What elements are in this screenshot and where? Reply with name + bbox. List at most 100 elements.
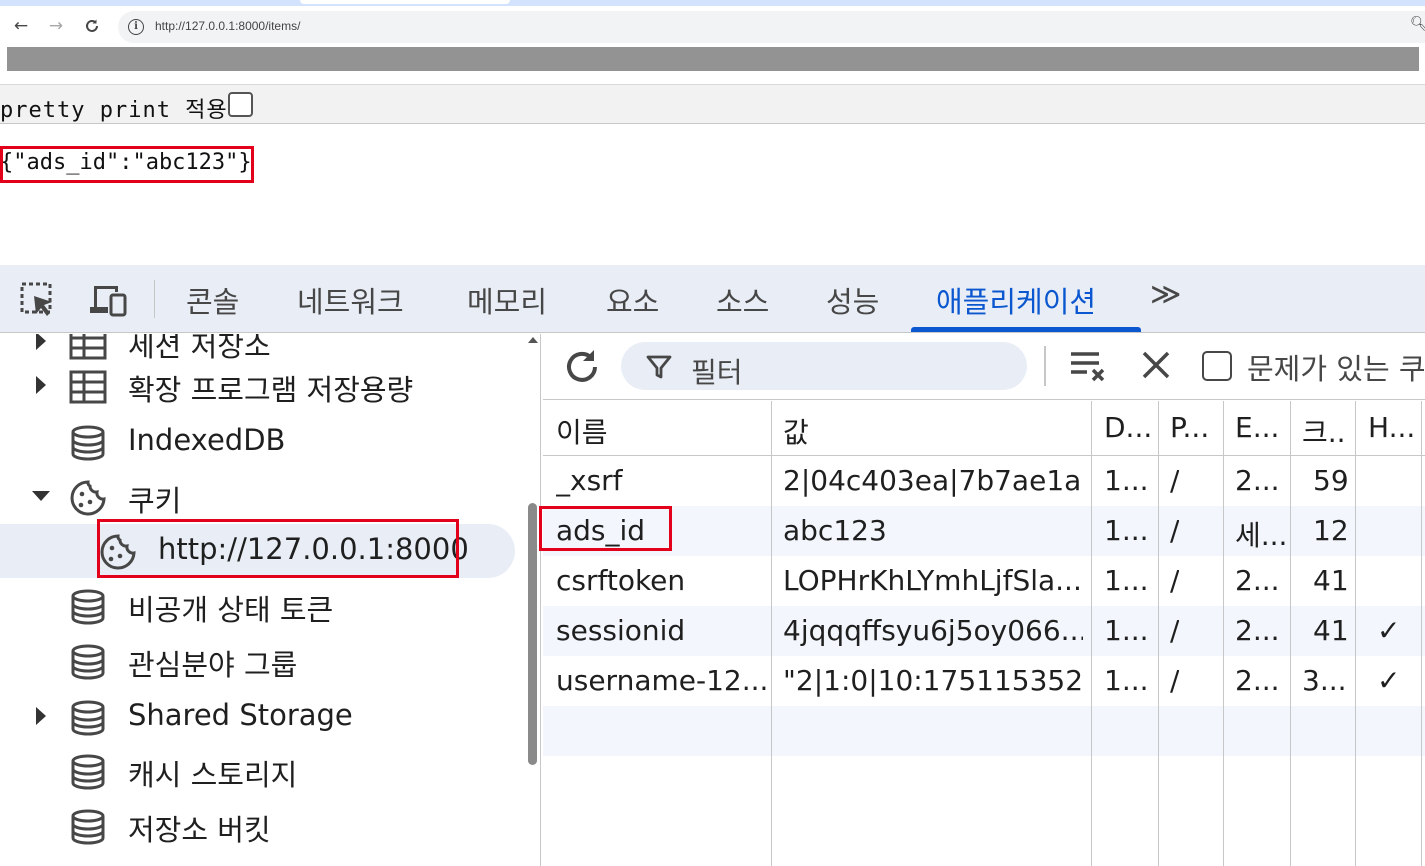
sidebar-item-label: 확장 프로그램 저장용량 (128, 373, 414, 407)
only-issues-checkbox[interactable] (1202, 351, 1232, 381)
column-divider[interactable] (771, 401, 772, 866)
cell-size: 12 (1313, 514, 1349, 547)
tab-sources[interactable]: 소스 (716, 279, 769, 321)
sidebar-item-storage-buckets[interactable]: 저장소 버킷 (0, 799, 520, 853)
cell-expires: 2... (1235, 464, 1280, 497)
cell-value: 4jqqqffsyu6j5oy066... (783, 614, 1083, 647)
toolbar-separator (1044, 346, 1046, 386)
sidebar-item-cache-storage[interactable]: 캐시 스토리지 (0, 744, 520, 798)
reload-icon (86, 19, 98, 32)
column-divider[interactable] (1421, 401, 1422, 866)
tab-elements[interactable]: 요소 (606, 279, 659, 321)
table-row[interactable]: sessionid 4jqqqffsyu6j5oy066... 1... / 2… (543, 606, 1425, 656)
refresh-icon[interactable] (561, 346, 603, 388)
sidebar-item-label: 캐시 스토리지 (128, 758, 298, 792)
column-header-path[interactable]: P... (1170, 411, 1209, 444)
cell-httponly: ✓ (1377, 614, 1401, 647)
tab-network[interactable]: 네트워크 (297, 279, 404, 321)
tab-memory[interactable]: 메모리 (467, 279, 547, 321)
active-tab-indicator (911, 327, 1141, 332)
cell-name: _xsrf (556, 464, 623, 497)
column-divider[interactable] (1158, 401, 1159, 866)
cell-path: / (1170, 514, 1180, 547)
cell-value: 2|04c403ea|7b7ae1a... (783, 464, 1083, 497)
scroll-up-arrow-icon[interactable] (528, 337, 538, 343)
sidebar-scrollbar[interactable] (528, 503, 537, 765)
cookie-toolbar: 필터 문제가 있는 쿠 (543, 334, 1425, 400)
back-button[interactable]: ← (8, 13, 34, 39)
database-icon (71, 644, 105, 680)
sidebar-item-shared-storage[interactable]: Shared Storage (0, 690, 520, 744)
cookie-icon (70, 480, 106, 516)
sidebar-item-private-state-tokens[interactable]: 비공개 상태 토큰 (0, 579, 520, 633)
reload-button[interactable] (79, 13, 105, 39)
filter-icon (646, 355, 672, 379)
only-issues-label: 문제가 있는 쿠 (1247, 352, 1425, 386)
sidebar-item-indexeddb[interactable]: IndexedDB (0, 415, 520, 469)
expand-arrow-icon[interactable] (36, 334, 46, 350)
sidebar-item-label: Shared Storage (128, 698, 353, 732)
table-icon (69, 370, 107, 404)
highlight-box (0, 146, 254, 183)
database-icon (71, 700, 105, 736)
cell-path: / (1170, 464, 1180, 497)
sidebar-item-label: 관심분야 그룹 (128, 648, 298, 682)
bookmarks-bar (7, 47, 1419, 71)
column-divider[interactable] (1091, 401, 1092, 866)
cell-domain: 1... (1104, 564, 1149, 597)
sidebar-item-interest-groups[interactable]: 관심분야 그룹 (0, 634, 520, 688)
column-header-expires[interactable]: E... (1235, 411, 1279, 444)
filter-input[interactable]: 필터 (621, 342, 1027, 390)
pretty-print-checkbox[interactable] (228, 92, 253, 117)
column-header-size[interactable]: 크.. (1302, 411, 1346, 451)
column-header-httponly[interactable]: H... (1368, 411, 1415, 444)
highlight-box (97, 519, 459, 578)
expand-arrow-icon[interactable] (36, 707, 46, 725)
cell-expires: 2... (1235, 664, 1280, 697)
zoom-icon[interactable]: 🔍︎ (1410, 16, 1425, 32)
forward-button[interactable]: → (43, 13, 69, 39)
tab-application[interactable]: 애플리케이션 (936, 279, 1096, 321)
cell-size: 59 (1313, 464, 1349, 497)
active-tab-edge[interactable] (300, 0, 510, 4)
delete-all-icon[interactable] (1139, 348, 1173, 382)
cell-name: csrftoken (556, 564, 686, 597)
database-icon (71, 589, 105, 625)
sidebar-item-extension-storage[interactable]: 확장 프로그램 저장용량 (0, 359, 520, 413)
cookie-panel: 필터 문제가 있는 쿠 이름 값 D... P... E... 크.. H...… (543, 334, 1425, 866)
more-tabs-icon[interactable]: ≫ (1150, 277, 1182, 312)
address-bar[interactable]: i http://127.0.0.1:8000/items/ 🔍︎ (118, 11, 1425, 43)
column-divider[interactable] (1223, 401, 1224, 866)
table-row[interactable]: username-12... "2|1:0|10:175115352... 1.… (543, 656, 1425, 706)
column-header-name[interactable]: 이름 (556, 411, 608, 451)
collapse-arrow-icon[interactable] (32, 491, 50, 501)
database-icon (71, 809, 105, 845)
column-header-value[interactable]: 값 (783, 411, 809, 451)
sidebar-item-label: 쿠키 (128, 484, 182, 518)
tab-separator (154, 280, 155, 318)
cell-value: LOPHrKhLYmhLjfSla... (783, 564, 1082, 597)
tab-console[interactable]: 콘솔 (186, 279, 239, 321)
tab-performance[interactable]: 성능 (826, 279, 879, 321)
column-header-domain[interactable]: D... (1104, 411, 1152, 444)
table-row[interactable]: _xsrf 2|04c403ea|7b7ae1a... 1... / 2... … (543, 456, 1425, 506)
url-text[interactable]: http://127.0.0.1:8000/items/ (155, 19, 300, 33)
cell-expires: 2... (1235, 614, 1280, 647)
device-toolbar-icon[interactable] (88, 280, 128, 320)
table-row[interactable]: ads_id abc123 1... / 세... 12 (543, 506, 1425, 556)
inspect-element-icon[interactable] (18, 280, 58, 320)
cell-domain: 1... (1104, 614, 1149, 647)
sidebar-item-cookies[interactable]: 쿠키 (0, 470, 520, 524)
clear-filtered-icon[interactable] (1069, 346, 1109, 386)
expand-arrow-icon[interactable] (36, 376, 46, 394)
cell-domain: 1... (1104, 514, 1149, 547)
column-divider[interactable] (1355, 401, 1356, 866)
cell-size: 3... (1302, 664, 1347, 697)
cell-expires: 2... (1235, 564, 1280, 597)
column-divider[interactable] (1290, 401, 1291, 866)
arrow-left-icon: ← (13, 16, 29, 36)
table-row-empty (543, 706, 1425, 756)
cell-size: 41 (1313, 614, 1349, 647)
table-row[interactable]: csrftoken LOPHrKhLYmhLjfSla... 1... / 2.… (543, 556, 1425, 606)
site-info-icon[interactable]: i (128, 19, 144, 35)
